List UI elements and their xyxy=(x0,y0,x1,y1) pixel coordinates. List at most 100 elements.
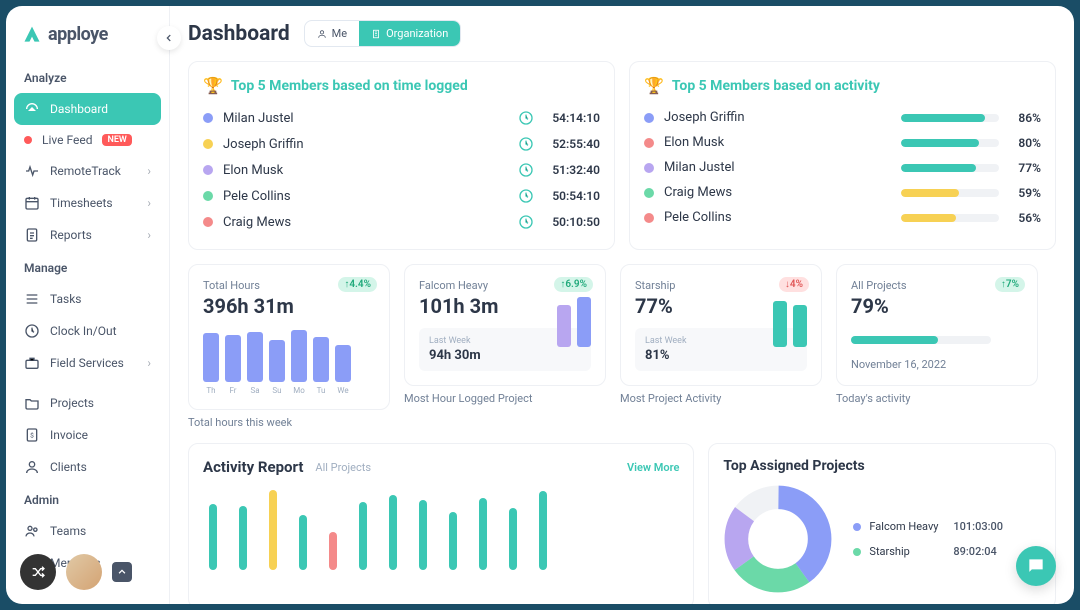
stat-total-hours: ↑4.4% Total Hours 396h 31m ThFrSaSuMoTuW… xyxy=(188,264,390,410)
percent-value: 59% xyxy=(1009,186,1041,200)
day-label: Th xyxy=(203,386,219,395)
scope-me[interactable]: Me xyxy=(305,21,359,46)
bar xyxy=(329,532,337,570)
nav-label: Clock In/Out xyxy=(50,324,117,338)
color-dot-icon xyxy=(644,138,654,148)
bar xyxy=(479,498,487,570)
chat-fab-button[interactable] xyxy=(1016,546,1056,586)
building-icon xyxy=(371,29,381,39)
calendar-icon xyxy=(24,195,40,211)
activity-report-card: Activity Report All Projects View More xyxy=(188,443,694,604)
bar xyxy=(203,333,219,382)
clock-icon xyxy=(518,162,534,178)
bar xyxy=(269,490,277,570)
scope-organization[interactable]: Organization xyxy=(359,21,460,46)
member-row: Elon Musk 80% xyxy=(644,130,1041,155)
percent-value: 56% xyxy=(1009,211,1041,225)
bar xyxy=(291,330,307,382)
delta-badge: ↑7% xyxy=(995,277,1025,292)
sidebar-item-projects[interactable]: Projects xyxy=(14,387,161,419)
file-icon xyxy=(24,227,40,243)
sidebar-item-clock[interactable]: Clock In/Out xyxy=(14,315,161,347)
time-value: 54:14:10 xyxy=(544,111,600,125)
bar xyxy=(313,337,329,382)
percent-value: 86% xyxy=(1009,111,1041,125)
color-dot-icon xyxy=(203,113,213,123)
gauge-icon xyxy=(24,101,40,117)
avatar-row xyxy=(20,554,132,590)
bar xyxy=(389,495,397,570)
bar xyxy=(209,504,217,570)
header: Dashboard Me Organization xyxy=(188,20,1056,47)
percent-bar xyxy=(901,139,999,147)
color-dot-icon xyxy=(203,217,213,227)
color-dot-icon xyxy=(644,163,654,173)
member-row: Craig Mews 59% xyxy=(644,180,1041,205)
pill-label: Me xyxy=(332,27,347,40)
member-name: Elon Musk xyxy=(664,135,891,150)
sidebar-item-invoice[interactable]: $ Invoice xyxy=(14,419,161,451)
sidebar-item-livefeed[interactable]: Live Feed NEW xyxy=(14,125,161,155)
progress-bar xyxy=(851,336,991,344)
view-more-link[interactable]: View More xyxy=(627,461,679,474)
nav-label: Live Feed xyxy=(42,133,92,147)
legend-dot-icon xyxy=(853,548,861,556)
sidebar-item-timesheets[interactable]: Timesheets › xyxy=(14,187,161,219)
stat-caption: Today's activity xyxy=(836,392,1038,405)
bar xyxy=(449,512,457,570)
pill-label: Organization xyxy=(386,27,448,40)
activity-bars-chart xyxy=(203,490,679,570)
activity-date: November 16, 2022 xyxy=(851,358,1023,371)
member-name: Pele Collins xyxy=(223,189,508,204)
trophy-icon: 🏆 xyxy=(203,76,223,95)
bar xyxy=(419,500,427,570)
legend-row: Falcom Heavy 101:03:00 xyxy=(853,520,1003,533)
sidebar-item-remotetrack[interactable]: RemoteTrack › xyxy=(14,155,161,187)
sidebar-item-clients[interactable]: Clients xyxy=(14,451,161,483)
live-dot-icon xyxy=(24,136,32,144)
time-value: 50:54:10 xyxy=(544,189,600,203)
nav-label: Teams xyxy=(50,524,86,538)
percent-bar xyxy=(901,214,999,222)
sidebar-item-field[interactable]: Field Services › xyxy=(14,347,161,379)
member-row: Pele Collins 56% xyxy=(644,205,1041,230)
nav-label: Reports xyxy=(50,228,92,242)
sidebar-collapse-button[interactable] xyxy=(157,26,181,50)
time-value: 50:10:50 xyxy=(544,215,600,229)
delta-badge: ↑6.9% xyxy=(554,277,593,292)
weekly-bars-chart xyxy=(203,330,375,382)
expand-button[interactable] xyxy=(112,562,132,582)
bar xyxy=(269,340,285,382)
percent-value: 80% xyxy=(1009,136,1041,150)
list-icon xyxy=(24,291,40,307)
day-label: Sa xyxy=(247,386,263,395)
donut-legend: Falcom Heavy 101:03:00 Starship 89:02:04 xyxy=(853,520,1003,558)
logo[interactable]: apploye xyxy=(14,20,161,61)
weekly-day-labels: ThFrSaSuMoTuWe xyxy=(203,386,375,395)
nav-label: RemoteTrack xyxy=(50,164,121,178)
two-week-bars xyxy=(557,295,591,347)
user-avatar[interactable] xyxy=(66,554,102,590)
delta-badge: ↓4% xyxy=(779,277,809,292)
member-row: Pele Collins 50:54:10 xyxy=(203,183,600,209)
new-badge: NEW xyxy=(102,134,131,146)
top5-time-card: 🏆Top 5 Members based on time logged Mila… xyxy=(188,61,615,250)
clock-icon xyxy=(24,323,40,339)
sidebar-item-dashboard[interactable]: Dashboard xyxy=(14,93,161,125)
delta-badge: ↑4.4% xyxy=(338,277,377,292)
briefcase-icon xyxy=(24,355,40,371)
sidebar-item-teams[interactable]: Teams xyxy=(14,515,161,547)
chevron-left-icon xyxy=(164,33,174,43)
stat-caption: Most Project Activity xyxy=(620,392,822,405)
stat-starship: ↓4% Starship 77% Last Week 81% xyxy=(620,264,822,386)
clock-icon xyxy=(518,214,534,230)
sidebar: apploye Analyze Dashboard Live Feed NEW … xyxy=(6,6,170,604)
clock-icon xyxy=(518,188,534,204)
sidebar-item-reports[interactable]: Reports › xyxy=(14,219,161,251)
sidebar-item-tasks[interactable]: Tasks xyxy=(14,283,161,315)
nav-label: Timesheets xyxy=(50,196,113,210)
shuffle-avatar[interactable] xyxy=(20,554,56,590)
day-label: Fr xyxy=(225,386,241,395)
nav-label: Tasks xyxy=(50,292,82,306)
member-row: Craig Mews 50:10:50 xyxy=(203,209,600,235)
